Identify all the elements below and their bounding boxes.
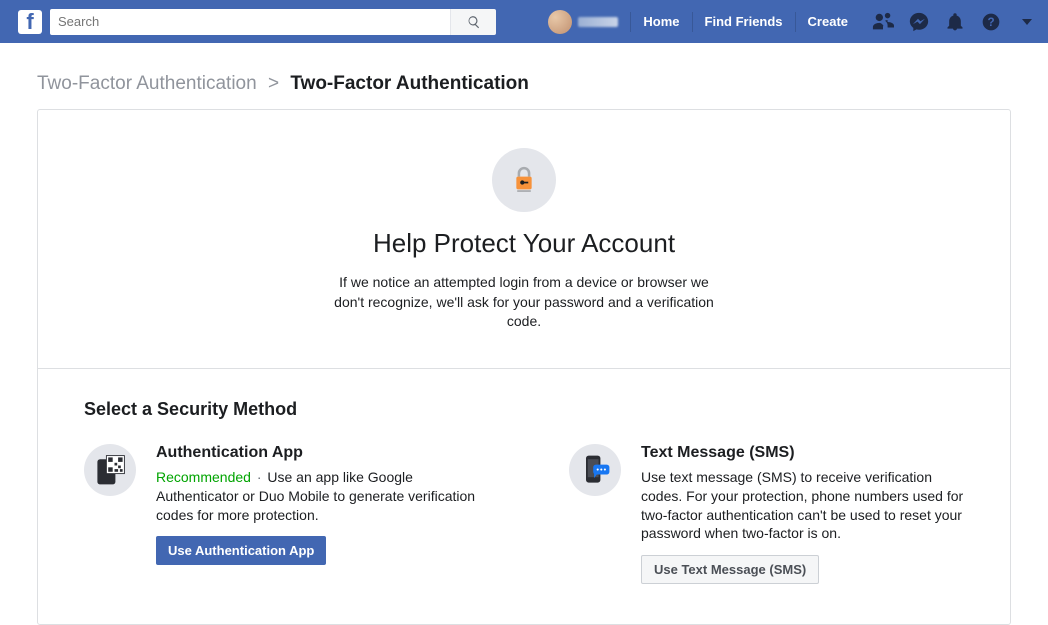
nav-icons: ? <box>858 11 1040 33</box>
breadcrumb-current: Two-Factor Authentication <box>290 73 529 94</box>
use-authentication-app-button[interactable]: Use Authentication App <box>156 536 326 565</box>
lock-icon <box>507 163 541 197</box>
use-sms-button[interactable]: Use Text Message (SMS) <box>641 555 819 584</box>
search-input[interactable] <box>50 9 450 35</box>
recommended-label: Recommended <box>156 469 251 485</box>
breadcrumb-separator: > <box>268 73 279 94</box>
search-wrap <box>50 9 496 35</box>
qr-phone-icon <box>84 444 136 496</box>
hero-title: Help Protect Your Account <box>58 228 990 259</box>
help-icon[interactable]: ? <box>980 11 1002 33</box>
method-app-description: Recommended · Use an app like Google Aut… <box>156 468 479 525</box>
search-button[interactable] <box>450 9 496 35</box>
method-sms: Text Message (SMS) Use text message (SMS… <box>569 444 964 585</box>
methods-heading: Select a Security Method <box>84 399 964 420</box>
nav-home[interactable]: Home <box>633 0 689 43</box>
method-authentication-app: Authentication App Recommended · Use an … <box>84 444 479 585</box>
search-icon <box>467 15 481 29</box>
hero-section: Help Protect Your Account If we notice a… <box>38 110 1010 369</box>
notifications-icon[interactable] <box>944 11 966 33</box>
top-nav: f Home Find Friends Create ? <box>0 0 1048 43</box>
account-dropdown-caret[interactable] <box>1022 19 1032 25</box>
messenger-icon[interactable] <box>908 11 930 33</box>
facebook-logo[interactable]: f <box>18 10 42 34</box>
friend-requests-icon[interactable] <box>872 11 894 33</box>
main-card: Help Protect Your Account If we notice a… <box>37 109 1011 625</box>
breadcrumb-parent[interactable]: Two-Factor Authentication <box>37 73 257 94</box>
lock-illustration <box>492 148 556 212</box>
methods-section: Select a Security Method <box>38 369 1010 625</box>
breadcrumb: Two-Factor Authentication > Two-Factor A… <box>0 43 1048 109</box>
nav-find-friends[interactable]: Find Friends <box>695 0 793 43</box>
sms-phone-icon <box>569 444 621 496</box>
hero-description: If we notice an attempted login from a d… <box>334 273 714 332</box>
nav-user[interactable] <box>538 10 628 34</box>
method-sms-description: Use text message (SMS) to receive verifi… <box>641 468 964 544</box>
avatar <box>548 10 572 34</box>
user-name-redacted <box>578 17 618 27</box>
svg-text:?: ? <box>987 16 994 29</box>
method-app-title: Authentication App <box>156 444 479 462</box>
method-sms-title: Text Message (SMS) <box>641 444 964 462</box>
nav-create[interactable]: Create <box>798 0 858 43</box>
